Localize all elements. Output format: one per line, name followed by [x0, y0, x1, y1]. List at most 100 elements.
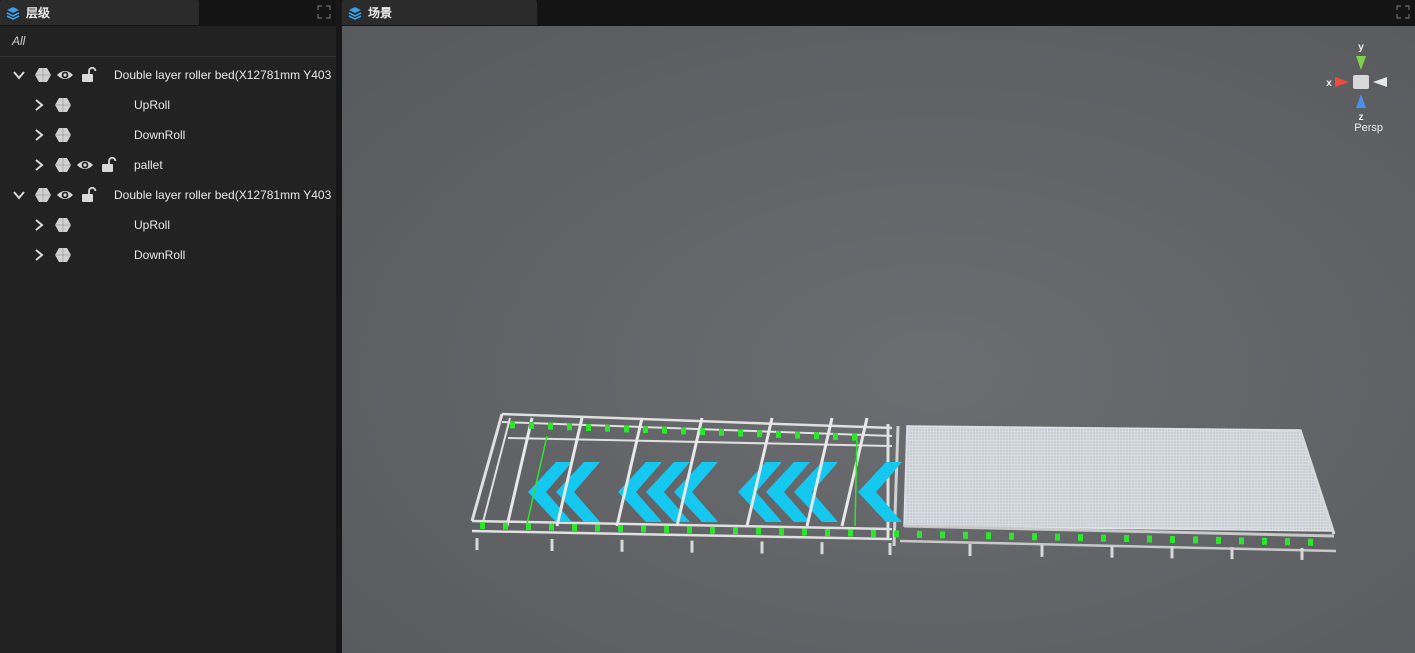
frame-joint [733, 527, 738, 535]
frame-joint [848, 529, 853, 537]
frame-joint [624, 425, 629, 433]
frame-joint [529, 421, 534, 429]
chevron-right-icon[interactable] [32, 98, 46, 112]
maximize-icon[interactable] [1396, 5, 1410, 19]
hexagon-cube-icon[interactable] [34, 187, 52, 203]
frame-joint [700, 428, 705, 436]
tab-scene-label: 场景 [368, 6, 393, 20]
frame-joint [738, 429, 743, 437]
frame-joint [681, 427, 686, 435]
frame-joint [1285, 538, 1290, 546]
gizmo-y-label: y [1358, 42, 1364, 53]
hexagon-cube-icon[interactable] [54, 157, 72, 173]
frame-joint [1170, 535, 1175, 543]
frame-joint [480, 522, 485, 530]
eye-icon[interactable] [56, 67, 74, 83]
tab-hierarchy-label: 层级 [26, 6, 51, 20]
tree-item-label: UpRoll [134, 218, 171, 232]
frame-joint [710, 526, 715, 534]
scene-tabbar: 场景 [342, 0, 1415, 26]
frame-joint [1009, 532, 1014, 540]
layers-icon [348, 6, 362, 20]
frame-joint [1147, 535, 1152, 543]
chevron-down-icon[interactable] [12, 188, 26, 202]
maximize-icon[interactable] [317, 5, 331, 19]
eye-icon[interactable] [76, 157, 94, 173]
hexagon-cube-icon[interactable] [34, 67, 52, 83]
tree-item-label: pallet [134, 158, 163, 172]
frame-joint [1055, 533, 1060, 541]
frame-joint [1308, 538, 1313, 546]
frame-joint [605, 424, 610, 432]
frame-joint [1262, 537, 1267, 545]
scene-viewport[interactable]: y x z Persp [342, 26, 1415, 653]
tree-row[interactable]: pallet [0, 150, 336, 180]
frame-joint [549, 523, 554, 531]
eye-icon[interactable] [56, 187, 74, 203]
tree-row[interactable]: DownRoll [0, 240, 336, 270]
frame-joint [567, 423, 572, 431]
tree-item-label: DownRoll [134, 248, 186, 262]
frame-joint [825, 529, 830, 537]
hexagon-cube-icon[interactable] [54, 217, 72, 233]
chevron-right-icon[interactable] [32, 158, 46, 172]
hexagon-cube-icon[interactable] [54, 247, 72, 263]
tab-hierarchy[interactable]: 层级 [0, 0, 199, 25]
frame-joint [1101, 534, 1106, 542]
tree-row[interactable]: Double layer roller bed(X12781mm Y403 [0, 60, 336, 90]
frame-joint [1124, 535, 1129, 543]
chevron-down-icon[interactable] [12, 68, 26, 82]
frame-joint [548, 422, 553, 430]
tree-row[interactable]: Double layer roller bed(X12781mm Y403 [0, 180, 336, 210]
frame-joint [510, 421, 515, 429]
filter-label: All [12, 34, 26, 48]
frame-joint [1216, 536, 1221, 544]
chevron-right-icon[interactable] [32, 248, 46, 262]
frame-joint [833, 432, 838, 440]
frame-joint [963, 531, 968, 539]
unlock-icon[interactable] [100, 157, 118, 173]
roller-deck-mesh [903, 425, 1334, 532]
frame-joint [757, 430, 762, 438]
frame-joint [795, 431, 800, 439]
tree-item-label: Double layer roller bed(X12781mm Y403 [114, 188, 332, 202]
frame-joint [756, 527, 761, 535]
frame-joint [595, 524, 600, 532]
frame-joint [664, 525, 669, 533]
orientation-gizmo[interactable]: y x z [1325, 42, 1397, 134]
tree-row[interactable]: DownRoll [0, 120, 336, 150]
hierarchy-panel: All Double layer roller bed(X12781mm Y40… [0, 26, 336, 653]
projection-label[interactable]: Persp [1354, 122, 1383, 134]
frame-joint [802, 528, 807, 536]
frame-rib [854, 435, 858, 527]
roller-bed-model [470, 412, 1337, 560]
chevron-right-icon[interactable] [32, 218, 46, 232]
tab-scene[interactable]: 场景 [342, 0, 537, 25]
frame-joint [586, 424, 591, 432]
frame-joint [776, 430, 781, 438]
hexagon-cube-icon[interactable] [54, 97, 72, 113]
hierarchy-filter[interactable]: All [0, 26, 336, 57]
tree-row[interactable]: UpRoll [0, 90, 336, 120]
chevron-right-icon[interactable] [32, 128, 46, 142]
frame-joint [1193, 536, 1198, 544]
frame-joint [814, 432, 819, 440]
frame-joint [986, 532, 991, 540]
frame-joint [618, 524, 623, 532]
tree-row[interactable]: UpRoll [0, 210, 336, 240]
frame-joint [917, 530, 922, 538]
unlock-icon[interactable] [80, 67, 98, 83]
frame-joint [719, 428, 724, 436]
tree-item-label: DownRoll [134, 128, 186, 142]
frame-joint [662, 426, 667, 434]
layers-icon [6, 6, 20, 20]
gizmo-x-label: x [1326, 78, 1332, 89]
frame-joint [526, 523, 531, 531]
frame-joint [641, 525, 646, 533]
unlock-icon[interactable] [80, 187, 98, 203]
tree-item-label: UpRoll [134, 98, 171, 112]
frame-joint [894, 530, 899, 538]
hexagon-cube-icon[interactable] [54, 127, 72, 143]
frame-joint [572, 524, 577, 531]
frame-joint [643, 426, 648, 434]
